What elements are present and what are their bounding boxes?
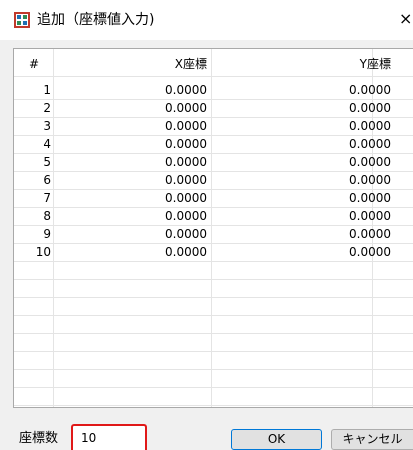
- table-row[interactable]: 8 0.0000 0.0000: [14, 207, 413, 225]
- table-row[interactable]: 4 0.0000 0.0000: [14, 135, 413, 153]
- y-cell[interactable]: 0.0000: [14, 135, 391, 153]
- coordinate-count-label: 座標数: [19, 431, 59, 446]
- coordinate-count-field[interactable]: [71, 424, 147, 450]
- app-icon: [14, 12, 30, 28]
- y-cell[interactable]: 0.0000: [14, 153, 391, 171]
- table-row[interactable]: 9 0.0000 0.0000: [14, 225, 413, 243]
- window-title: 追加（座標値入力): [37, 12, 155, 28]
- table-row[interactable]: 2 0.0000 0.0000: [14, 99, 413, 117]
- y-cell[interactable]: 0.0000: [14, 171, 391, 189]
- y-cell[interactable]: 0.0000: [14, 207, 391, 225]
- y-cell[interactable]: 0.0000: [14, 189, 391, 207]
- header-y: Y座標: [359, 57, 391, 71]
- y-cell[interactable]: 0.0000: [14, 243, 391, 261]
- table-row[interactable]: 3 0.0000 0.0000: [14, 117, 413, 135]
- y-cell[interactable]: 0.0000: [14, 81, 391, 99]
- table-row[interactable]: 1 0.0000 0.0000: [14, 81, 413, 99]
- table-row[interactable]: 6 0.0000 0.0000: [14, 171, 413, 189]
- table-header: # X座標 Y座標: [14, 55, 413, 75]
- y-cell[interactable]: 0.0000: [14, 99, 391, 117]
- table-row[interactable]: 10 0.0000 0.0000: [14, 243, 413, 261]
- cancel-button[interactable]: キャンセル: [331, 429, 413, 450]
- y-cell[interactable]: 0.0000: [14, 117, 391, 135]
- ok-button[interactable]: OK: [231, 429, 322, 450]
- coordinate-count-input[interactable]: [81, 431, 141, 445]
- title-bar: 追加（座標値入力) ×: [0, 0, 413, 40]
- y-cell[interactable]: 0.0000: [14, 225, 391, 243]
- table-row[interactable]: 5 0.0000 0.0000: [14, 153, 413, 171]
- close-icon[interactable]: ×: [399, 10, 412, 28]
- table-row[interactable]: 7 0.0000 0.0000: [14, 189, 413, 207]
- coordinate-table[interactable]: # X座標 Y座標 1 0.0000 0.0000 2 0.0000 0.000…: [13, 48, 413, 408]
